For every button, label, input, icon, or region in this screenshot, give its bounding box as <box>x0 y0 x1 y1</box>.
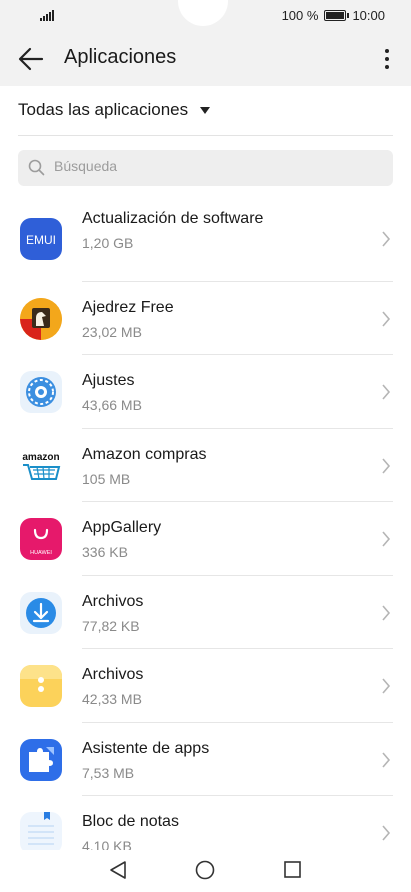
app-list-item[interactable]: amazon Amazon compras 105 MB <box>0 429 411 502</box>
filter-label: Todas las aplicaciones <box>18 100 189 119</box>
svg-text:amazon: amazon <box>22 452 59 463</box>
emui-icon: EMUI <box>20 218 62 260</box>
search-input[interactable] <box>54 158 383 174</box>
nav-home-icon[interactable] <box>195 860 215 880</box>
app-name: Actualización de software <box>82 210 264 227</box>
chevron-right-icon <box>382 458 391 474</box>
chevron-right-icon <box>382 605 391 621</box>
system-nav-bar <box>0 850 411 892</box>
app-name: AppGallery <box>82 519 162 536</box>
app-list-item[interactable]: Archivos 42,33 MB <box>0 649 411 723</box>
nav-back-icon[interactable] <box>109 860 127 880</box>
search-icon <box>28 159 45 176</box>
page-title: Aplicaciones <box>64 46 177 68</box>
app-size: 7,53 MB <box>82 765 135 781</box>
app-name: Asistente de apps <box>82 740 210 757</box>
app-size: 77,82 KB <box>82 618 140 634</box>
clock: 10:00 <box>352 8 385 23</box>
puzzle-icon <box>20 739 62 781</box>
back-arrow-icon[interactable] <box>18 47 44 71</box>
camera-notch <box>178 0 228 26</box>
chess-icon <box>20 298 62 340</box>
amazon-cart-icon: amazon <box>20 445 62 487</box>
chevron-right-icon <box>382 531 391 547</box>
divider <box>18 135 393 136</box>
app-size: 1,20 GB <box>82 235 134 251</box>
signal-icon <box>40 10 54 21</box>
app-name: Amazon compras <box>82 446 207 463</box>
chevron-right-icon <box>382 825 391 841</box>
appgallery-bag-icon: HUAWEI <box>20 518 62 560</box>
app-name: Ajedrez Free <box>82 299 174 316</box>
app-name: Bloc de notas <box>82 813 179 830</box>
battery-icon <box>324 10 350 21</box>
app-list-item[interactable]: EMUI Actualización de software 1,20 GB <box>0 196 411 282</box>
app-list-item[interactable]: Ajedrez Free 23,02 MB <box>0 282 411 355</box>
dropdown-caret-icon <box>200 106 211 114</box>
app-list-item[interactable]: HUAWEI AppGallery 336 KB <box>0 502 411 576</box>
app-size: 336 KB <box>82 544 128 560</box>
svg-text:EMUI: EMUI <box>26 233 56 247</box>
app-bar: Aplicaciones <box>0 32 411 86</box>
app-name: Archivos <box>82 593 144 610</box>
app-name: Ajustes <box>82 372 135 389</box>
more-options-icon[interactable] <box>377 46 397 72</box>
chevron-right-icon <box>382 384 391 400</box>
chevron-right-icon <box>382 231 391 247</box>
app-list: EMUI Actualización de software 1,20 GB A… <box>0 196 411 869</box>
chevron-right-icon <box>382 311 391 327</box>
download-arrow-icon <box>20 592 62 634</box>
app-size: 23,02 MB <box>82 324 142 340</box>
app-name: Archivos <box>82 666 144 683</box>
app-size: 43,66 MB <box>82 397 142 413</box>
app-filter-dropdown[interactable]: Todas las aplicaciones <box>18 96 211 124</box>
chevron-right-icon <box>382 752 391 768</box>
settings-gear-icon <box>20 371 62 413</box>
battery-percent: 100 % <box>281 8 319 23</box>
search-box[interactable] <box>18 150 393 186</box>
nav-recents-icon[interactable] <box>284 861 301 878</box>
svg-text:HUAWEI: HUAWEI <box>30 550 52 556</box>
status-bar: 100 % 10:00 <box>0 0 411 32</box>
app-list-item[interactable]: Archivos 77,82 KB <box>0 576 411 649</box>
chevron-right-icon <box>382 678 391 694</box>
app-size: 42,33 MB <box>82 691 142 707</box>
app-list-item[interactable]: Ajustes 43,66 MB <box>0 355 411 429</box>
app-list-item[interactable]: Asistente de apps 7,53 MB <box>0 723 411 796</box>
files-folder-icon <box>20 665 62 707</box>
notepad-icon <box>20 812 62 854</box>
app-size: 105 MB <box>82 471 131 487</box>
